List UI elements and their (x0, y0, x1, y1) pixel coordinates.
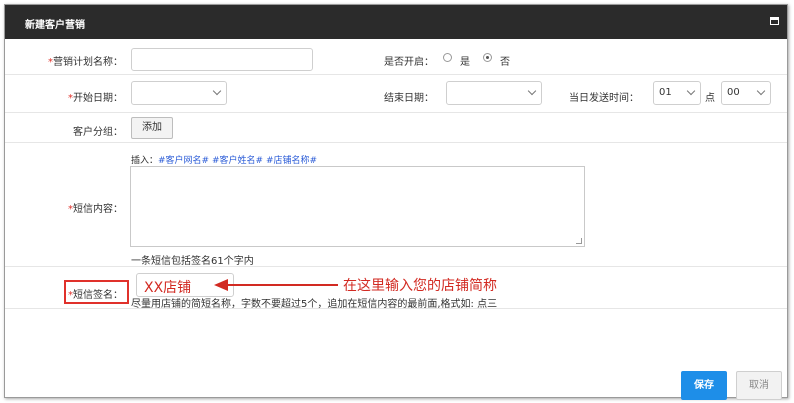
enable-label: 是否开启： (384, 57, 434, 68)
radio-yes[interactable] (443, 53, 452, 62)
sms-content-label: *短信内容： (68, 204, 123, 215)
insert-prefix: 插入： (131, 156, 159, 166)
sms-content-hint: 一条短信包括签名61个字内 (131, 256, 254, 267)
send-minute-select[interactable]: 00 (721, 81, 771, 105)
add-group-button[interactable]: 添加 (131, 117, 173, 139)
chevron-down-icon (527, 86, 537, 96)
row-dates: *开始日期： 结束日期： 当日发送时间： 01 点 00 (5, 75, 787, 113)
annotation-text: 在这里输入您的店铺简称 (343, 278, 497, 294)
tag-customer-nick[interactable]: #客户网名# (158, 156, 209, 166)
radio-no-label: 否 (500, 57, 510, 68)
row-customer-group: 客户分组： 添加 (5, 113, 787, 143)
new-customer-marketing-dialog: 新建客户营销 *营销计划名称： 是否开启： 是 否 *开始日期： 结束日期： 当… (4, 4, 788, 400)
tag-customer-name[interactable]: #客户姓名# (212, 156, 263, 166)
chevron-down-icon (686, 86, 696, 96)
tag-shop-name[interactable]: #店铺名称# (266, 156, 317, 166)
chevron-down-icon (212, 86, 222, 96)
hour-unit-label: 点 (705, 93, 715, 104)
radio-yes-label: 是 (460, 57, 470, 68)
start-date-label: *开始日期： (68, 93, 123, 104)
start-date-select[interactable] (131, 81, 227, 105)
dialog-titlebar: 新建客户营销 (5, 5, 787, 39)
sms-signature-label: *短信签名： (68, 290, 123, 301)
cancel-button[interactable]: 取消 (736, 371, 782, 400)
send-minute-value: 00 (727, 87, 740, 98)
resize-handle-icon[interactable] (576, 238, 582, 244)
insert-tags-line: 插入：#客户网名# #客户姓名# #店铺名称# (131, 153, 317, 166)
send-time-label: 当日发送时间： (569, 93, 639, 104)
sms-content-textarea[interactable] (130, 166, 585, 247)
sms-signature-value: XX店铺 (144, 280, 192, 296)
radio-no[interactable] (483, 53, 492, 62)
send-hour-value: 01 (659, 87, 672, 98)
save-button[interactable]: 保存 (681, 371, 727, 400)
row-plan-name: *营销计划名称： 是否开启： 是 否 (5, 39, 787, 75)
plan-name-input[interactable] (131, 48, 313, 71)
plan-name-label: *营销计划名称： (48, 57, 123, 68)
end-date-select[interactable] (446, 81, 542, 105)
dialog-title: 新建客户营销 (25, 20, 85, 31)
end-date-label: 结束日期： (384, 93, 434, 104)
minimize-icon[interactable] (770, 17, 779, 25)
sms-signature-hint: 尽量用店铺的简短名称，字数不要超过5个，追加在短信内容的最前面,格式如: 点三 (131, 299, 498, 310)
chevron-down-icon (756, 86, 766, 96)
customer-group-label: 客户分组： (73, 127, 123, 138)
annotation-arrow-icon (214, 279, 338, 291)
send-hour-select[interactable]: 01 (653, 81, 701, 105)
